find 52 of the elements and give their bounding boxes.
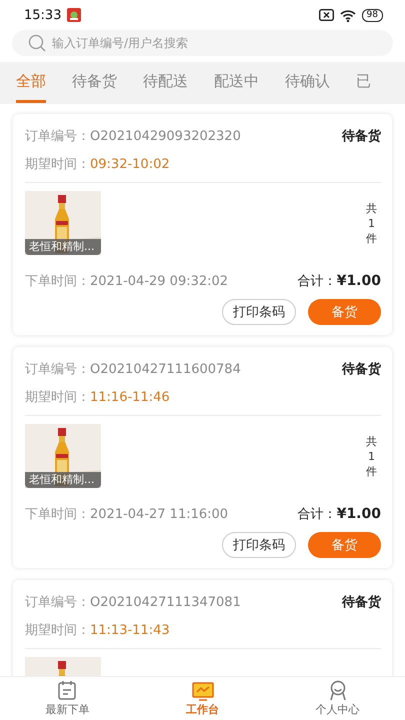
nav-tab[interactable]: 个人中心 <box>316 702 360 717</box>
field-label: 期望时间： <box>25 622 90 639</box>
status-time: 15:33 <box>24 8 62 22</box>
order-status: 待备货 <box>342 594 381 611</box>
tab[interactable]: 待确认 <box>285 64 330 102</box>
print-barcode-button[interactable]: 打印条码 <box>222 532 296 558</box>
tab[interactable]: 已 <box>356 64 371 102</box>
tab[interactable]: 配送中 <box>214 64 259 102</box>
item-count: 件 <box>366 464 377 478</box>
battery-icon: 98 <box>362 8 383 22</box>
order-time: 2021-04-27 11:16:00 <box>90 506 228 522</box>
order-status: 待备货 <box>342 361 381 378</box>
product-name: 老恒和精制... <box>25 239 101 255</box>
expected-time: 09:32-10:02 <box>90 156 170 172</box>
expected-time: 11:13-11:43 <box>90 622 170 638</box>
sim-icon <box>318 9 334 21</box>
field-label: 期望时间： <box>25 156 90 173</box>
field-label: 订单编号： <box>25 594 90 611</box>
app-icon <box>67 8 82 22</box>
order-number: O20210429093202320 <box>90 128 241 144</box>
calendar-icon[interactable] <box>56 680 78 701</box>
total-label: 合计： <box>298 273 337 290</box>
field-label: 订单编号： <box>25 361 90 378</box>
nav-tab[interactable]: 最新下单 <box>46 702 90 717</box>
stock-button[interactable]: 备货 <box>308 532 381 558</box>
order-time: 2021-04-29 09:32:02 <box>90 274 228 288</box>
field-label: 下单时间： <box>25 273 90 290</box>
product-name: 老恒和精制... <box>25 472 101 488</box>
order-number: O20210427111600784 <box>90 362 241 376</box>
total-amount: ¥1.00 <box>336 273 381 289</box>
item-count: 1 <box>368 216 375 230</box>
monitor-icon[interactable] <box>192 680 214 701</box>
item-count: 1 <box>368 448 375 464</box>
wifi-icon <box>340 8 356 22</box>
search-field[interactable]: 输入订单编号/用户名搜索 <box>12 30 393 56</box>
total-amount: ¥1.00 <box>336 506 381 522</box>
item-count: 件 <box>366 230 377 246</box>
nav-tab[interactable]: 工作台 <box>186 702 219 717</box>
item-count: 共 <box>366 200 377 216</box>
field-label: 订单编号： <box>25 128 90 145</box>
stock-button[interactable]: 备货 <box>308 299 381 325</box>
field-label: 期望时间： <box>25 389 90 406</box>
order-status: 待备货 <box>342 128 381 145</box>
field-label: 下单时间： <box>25 506 90 523</box>
print-barcode-button[interactable]: 打印条码 <box>222 299 296 325</box>
expected-time: 11:16-11:46 <box>90 390 170 404</box>
tab[interactable]: 待配送 <box>143 64 188 102</box>
tab[interactable]: 待备货 <box>72 64 117 102</box>
tab[interactable]: 全部 <box>16 64 46 102</box>
item-count: 共 <box>366 434 377 448</box>
total-label: 合计： <box>298 506 337 523</box>
order-number: O20210427111347081 <box>90 594 241 610</box>
